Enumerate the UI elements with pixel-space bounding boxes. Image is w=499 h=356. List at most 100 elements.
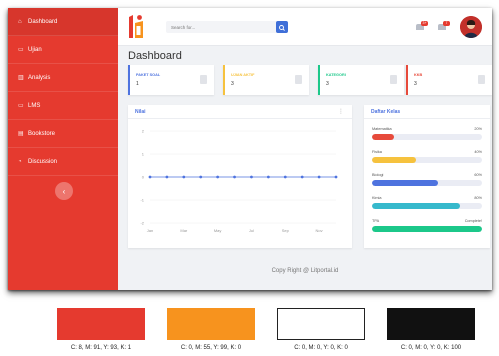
search-input[interactable] — [166, 21, 274, 33]
progress-track — [372, 134, 482, 140]
kelas-name: TPA — [372, 219, 380, 223]
color-swatch-orange — [167, 308, 255, 340]
sidebar-item-dashboard[interactable]: ⌂ Dashboard — [8, 8, 118, 36]
y-tick-label: -1 — [140, 198, 144, 203]
stat-card-ujian-aktif[interactable]: UJIAN AKTIF 3 — [223, 65, 309, 95]
kelas-name: Fisika — [372, 150, 382, 154]
sidebar-item-analysis[interactable]: ▥ Analysis — [8, 64, 118, 92]
book-icon: ▤ — [18, 131, 24, 137]
page-title: Dashboard — [128, 50, 182, 62]
kelas-percentage: 40% — [474, 150, 482, 154]
messages-button[interactable]: 7 — [438, 21, 450, 31]
swatch-label-orange: C: 0, M: 55, Y: 99, K: 0 — [180, 345, 242, 351]
stat-card-value: 1 — [136, 81, 139, 87]
x-tick-label: May — [214, 228, 222, 233]
y-tick-label: 1 — [142, 152, 145, 157]
kelas-percentage: Complete! — [464, 219, 482, 223]
sidebar-item-bookstore[interactable]: ▤ Bookstore — [8, 120, 118, 148]
chart-title: Nilai — [135, 109, 146, 115]
data-point — [334, 175, 338, 179]
stat-card-label: PAKET SOAL — [136, 73, 161, 77]
progress-fill — [372, 134, 394, 140]
alerts-badge: 3+ — [421, 21, 428, 26]
chevron-left-icon: ‹ — [62, 186, 66, 196]
data-point — [317, 175, 321, 179]
chat-icon: ◔ — [18, 158, 22, 165]
data-point — [165, 175, 169, 179]
swatch-label-black: C: 0, M: 0, Y: 0, K: 100 — [400, 345, 462, 351]
data-point — [148, 175, 152, 179]
color-swatch-black — [387, 308, 475, 340]
sidebar-item-discussion[interactable]: ◔ Discussion — [8, 148, 118, 176]
clipboard-icon — [200, 75, 207, 84]
progress-track — [372, 157, 482, 163]
data-point — [300, 175, 304, 179]
y-tick-label: 0 — [142, 175, 145, 180]
user-avatar-image — [460, 16, 482, 38]
stat-card-paket-soal[interactable]: PAKET SOAL 1 — [128, 65, 214, 95]
data-point — [266, 175, 270, 179]
progress-fill — [372, 203, 460, 209]
search-button[interactable] — [276, 21, 288, 33]
kelas-percentage: 20% — [474, 127, 482, 131]
messages-badge: 7 — [443, 21, 450, 26]
stat-card-label: KKB — [414, 73, 423, 77]
data-point — [199, 175, 203, 179]
kelas-percentage: 60% — [474, 173, 482, 177]
progress-fill — [372, 157, 416, 163]
stat-card-kategori[interactable]: KATEGORI 3 — [318, 65, 404, 95]
stat-card-label: KATEGORI — [326, 73, 346, 77]
nilai-line-chart: 2 1 0 -1 -2Jan Mar May Jul Sep Nov — [140, 129, 338, 233]
chart-icon: ▥ — [18, 75, 24, 81]
y-tick-label: -2 — [140, 221, 144, 226]
clipboard-icon — [295, 75, 302, 84]
topbar: 3+ 7 — [118, 8, 492, 46]
sidebar-item-ujian[interactable]: ▭ Ujian — [8, 36, 118, 64]
stat-card-value: 3 — [231, 81, 234, 87]
color-swatch-white — [277, 308, 365, 340]
monitor-icon: ▭ — [18, 103, 24, 109]
x-tick-label: Nov — [316, 228, 323, 233]
app-logo[interactable] — [127, 14, 145, 40]
progress-track — [372, 226, 482, 232]
footer-copyright: Copy Right @ Litportal.id — [271, 268, 339, 274]
sidebar-item-label: Ujian — [28, 46, 42, 53]
sidebar-item-label: Bookstore — [28, 130, 56, 137]
progress-fill — [372, 180, 438, 186]
stat-card-value: 3 — [326, 81, 329, 87]
x-tick-label: Mar — [180, 228, 188, 233]
user-avatar[interactable] — [460, 16, 482, 38]
panel-header: Daftar Kelas — [364, 105, 490, 119]
kelas-name: Matematika — [372, 127, 392, 131]
panel-title: Daftar Kelas — [371, 109, 401, 115]
nilai-chart-panel: Nilai ⋮ 2 1 0 -1 -2 Jan Mar May Jul Sep Nov — [128, 105, 352, 248]
sidebar-item-label: Dashboard — [28, 18, 58, 25]
home-icon: ⌂ — [18, 18, 22, 25]
daftar-kelas-panel: Daftar Kelas Matematika 20% Fisika 40% Biolo… — [364, 105, 490, 248]
progress-track — [372, 180, 482, 186]
search-bar — [166, 21, 288, 33]
sidebar-item-label: Analysis — [28, 74, 51, 81]
sidebar-item-label: Discussion — [28, 158, 58, 165]
data-point — [233, 175, 236, 179]
x-tick-label: Sep — [282, 228, 290, 233]
stat-card-label: UJIAN AKTIF — [231, 73, 255, 77]
alerts-button[interactable]: 3+ — [416, 21, 428, 31]
kelas-percentage: 80% — [474, 196, 482, 200]
stat-card-kkb[interactable]: KKB 3 — [406, 65, 492, 95]
clipboard-icon — [390, 75, 397, 84]
swatch-label-red: C: 8, M: 91, Y: 93, K: 1 — [70, 345, 132, 351]
sidebar-collapse-button[interactable]: ‹ — [55, 182, 73, 200]
sidebar-item-lms[interactable]: ▭ LMS — [8, 92, 118, 120]
more-options-icon[interactable]: ⋮ — [338, 108, 344, 115]
x-tick-label: Jul — [249, 228, 254, 233]
data-point — [182, 175, 186, 179]
y-tick-label: 2 — [142, 129, 145, 134]
color-swatch-red — [57, 308, 145, 340]
data-point — [283, 175, 287, 179]
clipboard-icon — [478, 75, 485, 84]
data-point — [250, 175, 253, 179]
kelas-name: Biologi — [372, 173, 384, 177]
panel-header: Nilai ⋮ — [128, 105, 352, 119]
app-window: ⌂ Dashboard ▭ Ujian ▥ Analysis ▭ LMS ▤ B… — [8, 8, 492, 290]
